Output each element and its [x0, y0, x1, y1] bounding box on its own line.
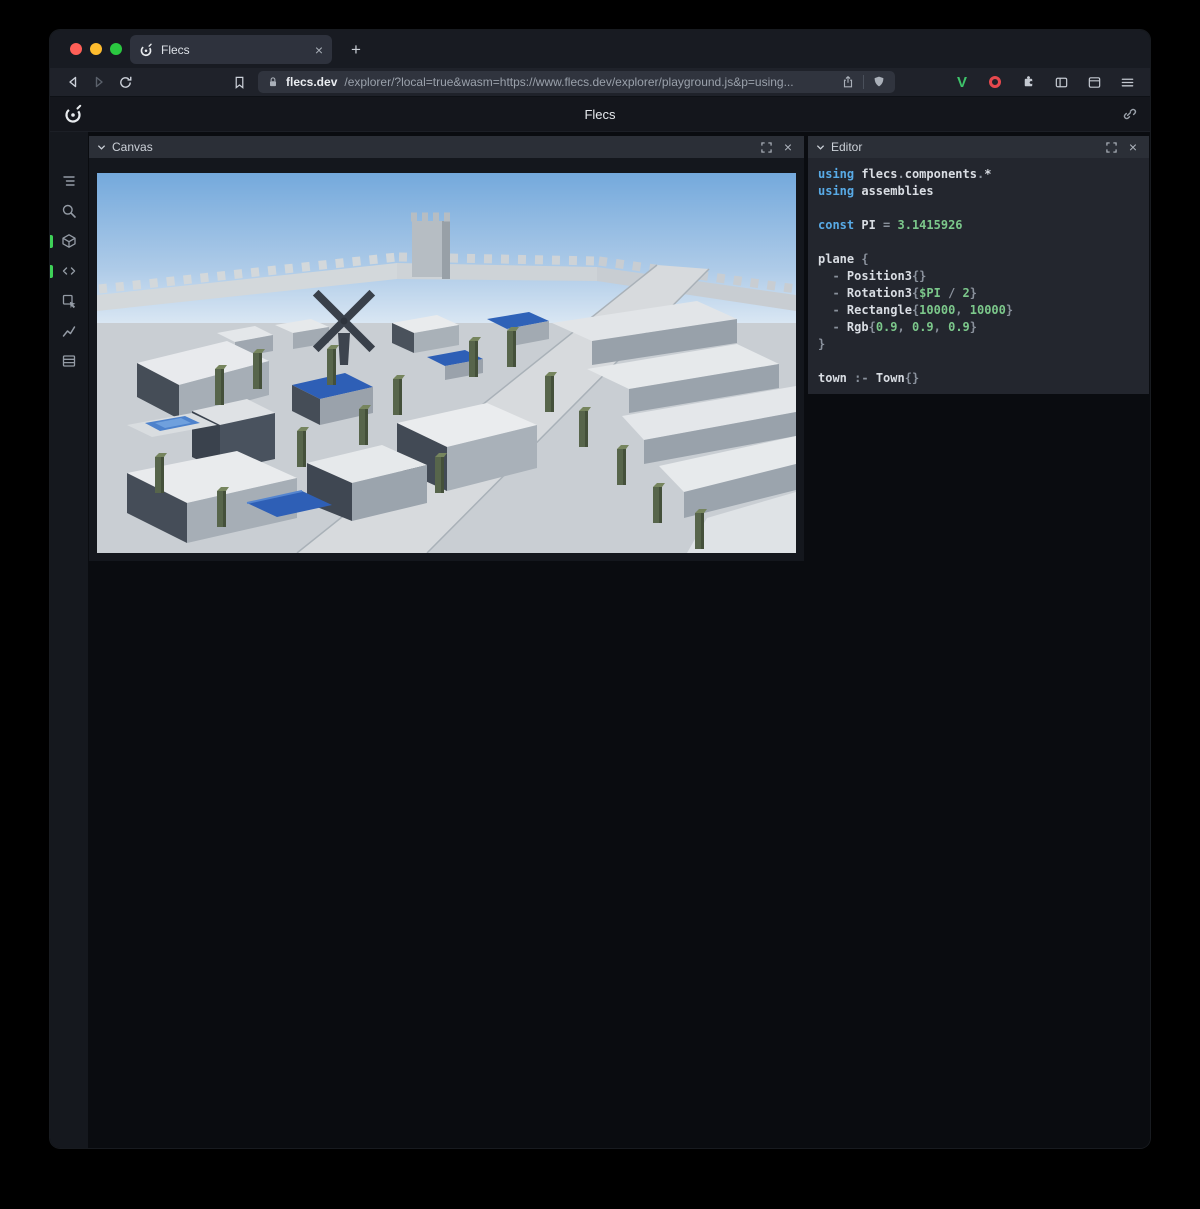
main-area: Canvas ×	[88, 132, 1150, 1148]
sidebar-toggle-icon[interactable]	[1050, 71, 1072, 93]
tree-icon	[61, 173, 77, 189]
canvas-panel-header: Canvas ×	[89, 136, 804, 158]
traffic-lights	[70, 43, 122, 55]
inspect-cursor-icon	[61, 293, 77, 309]
sidebar-item-stats[interactable]	[56, 318, 82, 344]
editor-panel-title: Editor	[831, 140, 862, 154]
bookmark-icon	[232, 75, 247, 90]
canvas-body	[89, 158, 804, 561]
sidebar-item-editor[interactable]	[56, 258, 82, 284]
tab-title: Flecs	[161, 43, 190, 57]
left-sidebar	[50, 132, 88, 1148]
cube-icon	[61, 233, 77, 249]
sidebar-item-scene[interactable]	[56, 228, 82, 254]
toolbar-extensions: V	[951, 71, 1140, 93]
sidebar-item-tree[interactable]	[56, 168, 82, 194]
chart-icon	[61, 323, 77, 339]
menu-hamburger-icon[interactable]	[1116, 71, 1138, 93]
chevron-down-icon[interactable]	[816, 143, 825, 152]
active-indicator-editor	[50, 265, 53, 278]
expand-icon[interactable]	[1103, 139, 1119, 155]
tab-favicon-flecs-logo	[139, 43, 153, 57]
bookmark-button[interactable]	[226, 70, 252, 94]
vimium-extension-icon[interactable]: V	[951, 71, 973, 93]
close-icon[interactable]: ×	[780, 139, 796, 155]
editor-panel: Editor × using flecs.components.*using a…	[808, 136, 1149, 394]
lock-icon	[267, 76, 279, 88]
sidebar-item-table[interactable]	[56, 348, 82, 374]
editor-code[interactable]: using flecs.components.*using assemblies…	[808, 158, 1149, 395]
browser-titlebar: Flecs × +	[50, 30, 1150, 68]
browser-tab[interactable]: Flecs ×	[130, 35, 332, 64]
code-icon	[61, 263, 77, 279]
back-icon	[65, 74, 81, 90]
flecs-logo	[63, 104, 83, 124]
chevron-down-icon[interactable]	[97, 143, 106, 152]
app-header: Flecs	[50, 97, 1150, 132]
url-bar-actions	[841, 75, 886, 89]
canvas-panel: Canvas ×	[89, 136, 804, 561]
sidebar-item-query[interactable]	[56, 198, 82, 224]
url-path: /explorer/?local=true&wasm=https://www.f…	[344, 75, 793, 89]
table-icon	[61, 353, 77, 369]
tab-close-icon[interactable]: ×	[315, 43, 323, 57]
forward-icon	[91, 74, 107, 90]
reload-button[interactable]	[112, 70, 138, 94]
editor-panel-header: Editor ×	[808, 136, 1149, 158]
page-title: Flecs	[584, 107, 615, 122]
minimize-window-button[interactable]	[90, 43, 102, 55]
canvas-3d-scene[interactable]	[97, 173, 796, 553]
browser-window: Flecs × +	[50, 30, 1150, 1148]
forward-button[interactable]	[86, 70, 112, 94]
browser-navbar: flecs.dev /explorer/?local=true&wasm=htt…	[50, 68, 1150, 97]
new-tab-button[interactable]: +	[344, 38, 368, 61]
zoom-window-button[interactable]	[110, 43, 122, 55]
close-icon[interactable]: ×	[1125, 139, 1141, 155]
close-window-button[interactable]	[70, 43, 82, 55]
url-divider	[863, 75, 864, 89]
search-icon	[61, 203, 77, 219]
share-link-icon[interactable]	[1121, 106, 1137, 122]
reload-icon	[118, 75, 133, 90]
record-extension-icon[interactable]	[984, 71, 1006, 93]
sidebar-item-inspect[interactable]	[56, 288, 82, 314]
tab-overview-icon[interactable]	[1083, 71, 1105, 93]
shield-icon[interactable]	[872, 75, 886, 89]
expand-icon[interactable]	[758, 139, 774, 155]
extensions-puzzle-icon[interactable]	[1017, 71, 1039, 93]
app-body: Canvas ×	[50, 132, 1150, 1148]
desktop: Flecs × +	[0, 0, 1200, 1209]
url-domain: flecs.dev	[286, 75, 337, 89]
active-indicator-scene	[50, 235, 53, 248]
canvas-panel-title: Canvas	[112, 140, 153, 154]
url-bar[interactable]: flecs.dev /explorer/?local=true&wasm=htt…	[258, 71, 895, 93]
back-button[interactable]	[60, 70, 86, 94]
share-icon[interactable]	[841, 75, 855, 89]
